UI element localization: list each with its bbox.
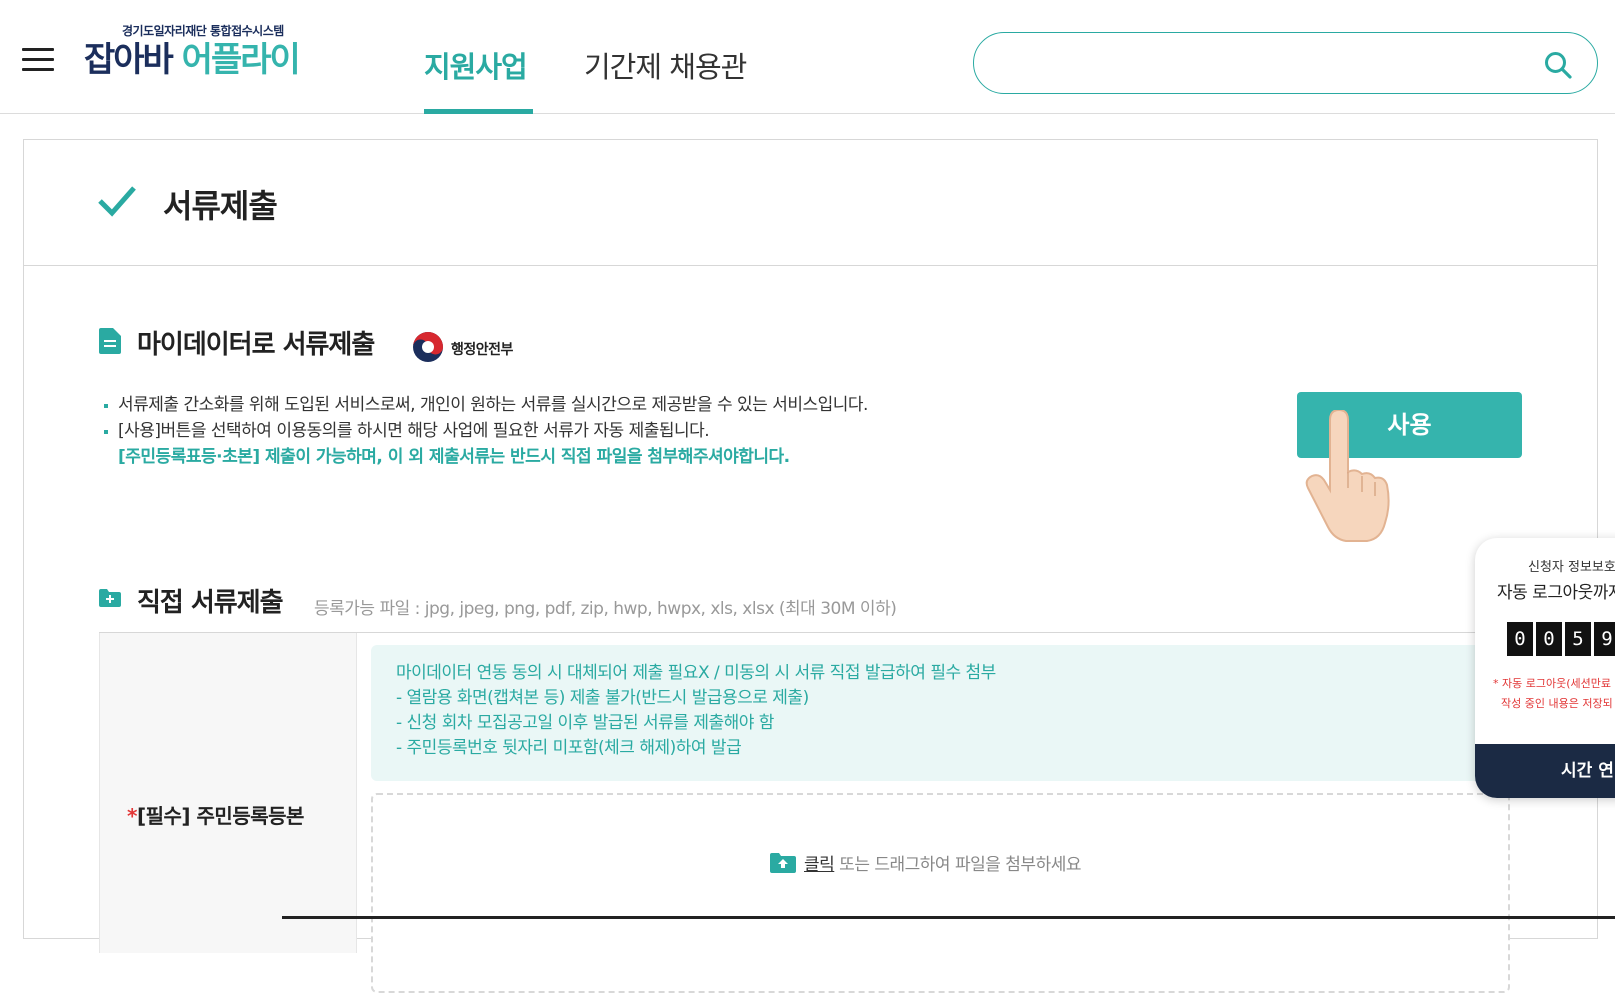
extend-time-button[interactable]: 시간 연: [1475, 744, 1615, 798]
document-icon: [99, 328, 121, 354]
card-header: 서류제출: [24, 140, 1597, 266]
check-icon: [98, 186, 136, 217]
ministry-name: 행정안전부: [451, 342, 513, 358]
folder-add-icon: [99, 589, 121, 607]
session-timeout-popup: 신청자 정보보호 자동 로그아웃까지 0059 * 자동 로그아웃(세션만료 작…: [1475, 538, 1615, 798]
timer-digit: 9: [1594, 622, 1615, 656]
file-drop-zone[interactable]: 클릭 또는 드래그하여 파일을 첨부하세요: [371, 793, 1510, 993]
logout-warning: * 자동 로그아웃(세션만료 작성 중인 내용은 저장되: [1493, 677, 1613, 710]
direct-section-title: 직접 서류제출: [137, 588, 284, 618]
countdown-timer: 0059: [1507, 622, 1615, 656]
document-submission-card: 서류제출 마이데이터로 서류제출 행정안전부 서류제출 간소화를 위해 도입된 …: [23, 139, 1598, 993]
info-line: - 주민등록번호 뒷자리 미포함(체크 해제)하여 발급: [396, 738, 742, 758]
menu-icon[interactable]: [22, 48, 54, 72]
timer-digit: 0: [1507, 622, 1533, 656]
file-format-note: 등록가능 파일 : jpg, jpeg, png, pdf, zip, hwp,…: [314, 599, 897, 619]
logo-title: 잡아바 어플라이: [84, 40, 301, 80]
mydata-section-title: 마이데이터로 서류제출: [137, 330, 375, 360]
required-doc-label: *[필수] 주민등록등본: [127, 804, 304, 828]
search-icon[interactable]: [1543, 50, 1573, 80]
site-logo[interactable]: 경기도일자리재단 통합접수시스템 잡아바 어플라이: [84, 22, 301, 81]
info-line: 마이데이터 연동 동의 시 대체되어 제출 필요X / 미동의 시 서류 직접 …: [396, 663, 996, 683]
timer-digit: 0: [1536, 622, 1562, 656]
click-upload-link[interactable]: 클릭: [804, 855, 835, 875]
logo-subtitle: 경기도일자리재단 통합접수시스템: [122, 24, 284, 38]
page-title: 서류제출: [163, 187, 278, 225]
mydata-highlight-note: [주민등록표등·초본] 제출이 가능하며, 이 외 제출서류는 반드시 직접 파…: [118, 447, 790, 467]
bullet-item: 서류제출 간소화를 위해 도입된 서비스로써, 개인이 원하는 서류를 실시간으…: [104, 392, 868, 418]
document-table: *[필수] 주민등록등본 마이데이터 연동 동의 시 대체되어 제출 필요X /…: [99, 632, 1549, 993]
popup-subtitle: 신청자 정보보호: [1528, 560, 1615, 575]
tab-fixed-term-jobs[interactable]: 기간제 채용관: [584, 44, 747, 86]
mydata-description: 서류제출 간소화를 위해 도입된 서비스로써, 개인이 원하는 서류를 실시간으…: [104, 392, 868, 470]
popup-title: 자동 로그아웃까지: [1497, 583, 1615, 603]
timer-digit: 5: [1565, 622, 1591, 656]
table-row-label-cell: *[필수] 주민등록등본: [99, 633, 357, 953]
info-line: - 신청 회차 모집공고일 이후 발급된 서류를 제출해야 함: [396, 713, 774, 733]
info-line: - 열람용 화면(캡쳐본 등) 제출 불가(반드시 발급용으로 제출): [396, 688, 809, 708]
bullet-item: [사용]버튼을 선택하여 이용동의를 하시면 해당 사업에 필요한 서류가 자동…: [104, 418, 868, 444]
search-bar: [973, 32, 1598, 94]
tab-support-projects[interactable]: 지원사업: [424, 44, 528, 86]
search-input[interactable]: [998, 47, 1518, 79]
active-tab-indicator: [424, 109, 533, 114]
pointing-hand-icon: [1305, 410, 1390, 542]
site-header: 경기도일자리재단 통합접수시스템 잡아바 어플라이 지원사업 기간제 채용관: [0, 0, 1615, 114]
government-emblem-icon: [413, 332, 443, 362]
upload-folder-icon: [770, 853, 796, 873]
drop-zone-label: 클릭 또는 드래그하여 파일을 첨부하세요: [770, 850, 1081, 875]
doc-info-box: 마이데이터 연동 동의 시 대체되어 제출 필요X / 미동의 시 서류 직접 …: [371, 645, 1510, 781]
